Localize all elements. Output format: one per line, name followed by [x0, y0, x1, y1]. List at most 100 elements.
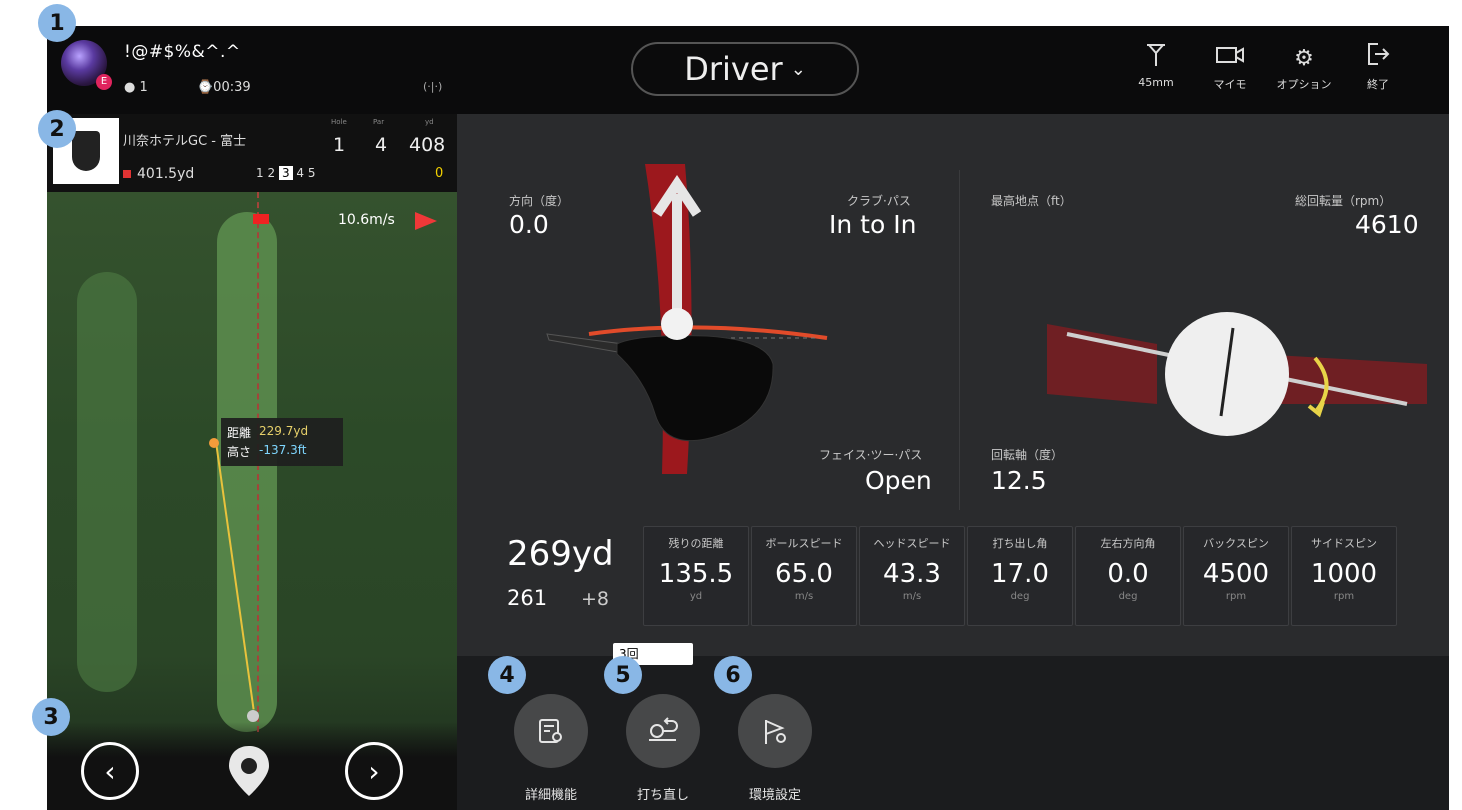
- callout-marker: 3: [32, 698, 70, 736]
- shot-number-selected[interactable]: 3: [278, 166, 293, 180]
- metric-unit: deg: [1118, 591, 1138, 602]
- exit-label: 終了: [1367, 78, 1389, 91]
- total-distance: 269yd: [507, 534, 614, 574]
- metric-unit: yd: [689, 591, 703, 602]
- shot-count: ● 1: [124, 80, 148, 95]
- shot-analysis-panel: 方向（度） 0.0 クラブ·パス In to In フェイス·ツー·パス Ope…: [457, 114, 1449, 656]
- total-spin-value: 4610: [1355, 210, 1419, 239]
- landing-point[interactable]: [209, 438, 219, 448]
- par-header: Par: [373, 118, 385, 126]
- rough-area: [77, 272, 137, 692]
- metric-value: 17.0: [991, 559, 1049, 589]
- fairway: [217, 212, 277, 732]
- metric-remaining: 残りの距離 135.5 yd: [643, 526, 749, 626]
- club-path-value: In to In: [829, 210, 917, 239]
- shot-number[interactable]: 4: [296, 166, 304, 180]
- club-selector[interactable]: Driver ⌄: [631, 42, 859, 96]
- hole-yards: 408: [409, 134, 446, 156]
- metric-back-spin: バックスピン 4500 rpm: [1183, 526, 1289, 626]
- metric-title: 打ち出し角: [992, 537, 1048, 550]
- location-pin-button[interactable]: [221, 742, 277, 798]
- metric-unit: rpm: [1225, 591, 1247, 602]
- divider: [959, 170, 960, 510]
- club-label: Driver: [684, 50, 783, 88]
- metric-unit: m/s: [794, 591, 814, 602]
- player-name: !@#$%&^.^: [124, 42, 241, 62]
- my-movie-label: マイモ: [1213, 78, 1247, 91]
- metric-ball-speed: ボールスピード 65.0 m/s: [751, 526, 857, 626]
- metric-unit: deg: [1010, 591, 1030, 602]
- par-value: 4: [375, 134, 388, 156]
- callout-marker: 2: [38, 110, 76, 148]
- yards-header: yd: [425, 118, 434, 126]
- metric-title: ボールスピード: [765, 537, 843, 550]
- tee-height-label: 45mm: [1138, 76, 1174, 89]
- exit-icon: [1347, 42, 1409, 76]
- golf-simulator-screen: E !@#$%&^.^ ● 1 ⌚00:39 (·|·) Driver ⌄ 45…: [47, 26, 1449, 810]
- metric-title: サイドスピン: [1311, 537, 1377, 550]
- metric-launch-angle: 打ち出し角 17.0 deg: [967, 526, 1073, 626]
- retry-button[interactable]: 打ち直し: [623, 694, 703, 803]
- options-label: オプション: [1276, 78, 1332, 91]
- previous-button[interactable]: ‹: [81, 742, 139, 800]
- metric-value: 65.0: [775, 559, 833, 589]
- remaining-value: 401.5yd: [137, 166, 195, 182]
- shot-number[interactable]: 5: [308, 166, 316, 180]
- top-bar: E !@#$%&^.^ ● 1 ⌚00:39 (·|·) Driver ⌄ 45…: [47, 26, 1449, 114]
- shot-number[interactable]: 2: [267, 166, 275, 180]
- total-spin-label: 総回転量（rpm）: [1295, 194, 1392, 208]
- course-map[interactable]: 10.6m/s 距離 229.7yd 高さ -137.3ft ‹ ›: [47, 192, 457, 810]
- height-label: 高さ: [227, 445, 252, 459]
- direction-value: 0.0: [509, 210, 549, 239]
- retry-label: 打ち直し: [636, 788, 689, 803]
- metric-value: 1000: [1310, 559, 1378, 589]
- hole-info: 川奈ホテルGC - 富士 Hole Par yd 1 4 408 401.5yd…: [47, 114, 457, 192]
- course-name: 川奈ホテルGC - 富士: [123, 134, 247, 149]
- settings-button[interactable]: 環境設定: [735, 694, 815, 803]
- settings-flag-icon: [738, 694, 812, 768]
- level-badge: E: [96, 74, 112, 90]
- tee-height-button[interactable]: 45mm: [1125, 42, 1187, 89]
- map-navigation: ‹ ›: [47, 722, 457, 810]
- chevron-down-icon: ⌄: [790, 58, 806, 80]
- metric-unit: m/s: [902, 591, 922, 602]
- distance-label: 距離: [227, 426, 252, 440]
- gear-icon: ⚙: [1294, 46, 1314, 71]
- remaining-distance: 401.5yd: [123, 166, 194, 182]
- score-value: 0: [435, 166, 444, 181]
- hole-number: 1: [333, 134, 346, 156]
- chevron-left-icon: ‹: [104, 754, 116, 788]
- metric-head-speed: ヘッドスピード 43.3 m/s: [859, 526, 965, 626]
- metric-title: バックスピン: [1203, 537, 1269, 550]
- tee-icon: [1125, 42, 1187, 76]
- face-to-path-value: Open: [865, 466, 932, 495]
- roll-distance: +8: [581, 588, 610, 610]
- metric-value: 0.0: [1107, 559, 1149, 589]
- options-button[interactable]: ⚙ オプション: [1273, 42, 1335, 92]
- metric-value: 135.5: [658, 559, 734, 589]
- spin-axis-graphic: [1047, 312, 1427, 436]
- details-button[interactable]: 詳細機能: [511, 694, 591, 803]
- next-button[interactable]: ›: [345, 742, 403, 800]
- face-to-path-label: フェイス·ツー·パス: [819, 448, 923, 462]
- crest-icon: [72, 131, 100, 171]
- height-value: -137.3ft: [259, 443, 307, 457]
- my-movie-button[interactable]: マイモ: [1199, 42, 1261, 92]
- metric-value: 43.3: [883, 559, 941, 589]
- exit-button[interactable]: 終了: [1347, 42, 1409, 92]
- club-path-label: クラブ·パス: [847, 194, 911, 208]
- ball-position: [247, 710, 259, 722]
- callout-marker: 6: [714, 656, 752, 694]
- callout-marker: 1: [38, 4, 76, 42]
- shot-number[interactable]: 1: [256, 166, 264, 180]
- callout-marker: 4: [488, 656, 526, 694]
- metric-side-angle: 左右方向角 0.0 deg: [1075, 526, 1181, 626]
- details-icon: [514, 694, 588, 768]
- spin-axis-label: 回転軸（度）: [991, 448, 1064, 462]
- carry-distance: 261: [507, 586, 548, 610]
- metric-value: 4500: [1202, 559, 1270, 589]
- retry-icon: [626, 694, 700, 768]
- callout-marker: 5: [604, 656, 642, 694]
- distance-tooltip: 距離 229.7yd 高さ -137.3ft: [221, 418, 343, 466]
- pin-flag-icon: [253, 214, 269, 224]
